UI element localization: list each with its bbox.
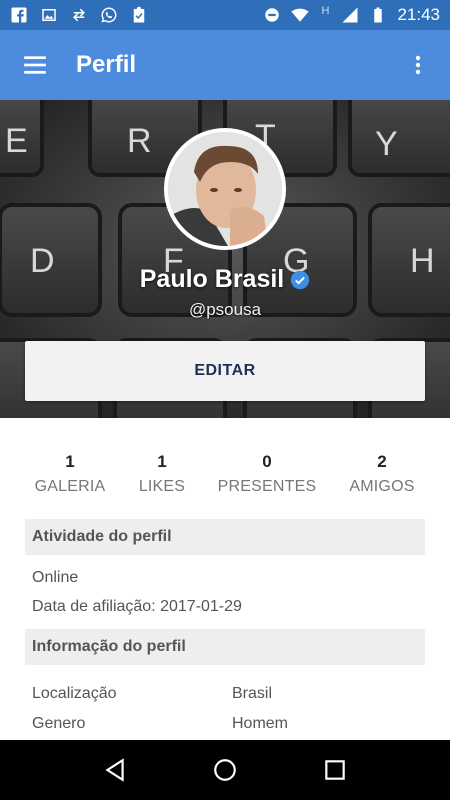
facebook-icon	[10, 6, 28, 24]
stat-label: LIKES	[138, 478, 186, 495]
h-network-icon: H	[319, 5, 331, 24]
hamburger-menu-icon[interactable]	[20, 50, 50, 80]
stat-label: AMIGOS	[349, 478, 415, 495]
system-nav-bar	[0, 740, 450, 800]
stat-value: 1	[157, 452, 167, 471]
info-label-location: Localização	[32, 685, 117, 702]
profile-name: Paulo Brasil	[139, 265, 285, 293]
profile-name-row: Paulo Brasil	[0, 265, 450, 294]
svg-text:Y: Y	[375, 125, 398, 163]
network-type-label: H	[321, 5, 330, 17]
do-not-disturb-icon	[263, 6, 281, 24]
svg-text:E: E	[5, 122, 28, 160]
profile-username: @psousa	[188, 300, 262, 319]
info-value-gender: Homem	[232, 715, 289, 732]
avatar[interactable]	[164, 128, 286, 250]
stat-value: 2	[377, 452, 387, 471]
svg-text:R: R	[127, 122, 152, 160]
activity-section-header: Atividade do perfil	[25, 519, 425, 555]
page-title: Perfil	[76, 51, 137, 78]
wifi-icon	[291, 6, 310, 24]
recent-apps-icon[interactable]	[315, 750, 355, 790]
system-icons: H 21:43	[263, 5, 440, 25]
image-icon	[40, 6, 58, 24]
whatsapp-icon	[100, 6, 118, 24]
cellular-signal-icon	[341, 6, 359, 24]
info-section-header: Informação do perfil	[25, 629, 425, 665]
home-icon[interactable]	[205, 750, 245, 790]
stat-value: 0	[262, 452, 272, 471]
stat-value: 1	[65, 452, 75, 471]
stat-likes[interactable]: 1 LIKES	[127, 452, 197, 496]
stat-label: GALERIA	[34, 478, 106, 495]
stat-gallery[interactable]: 1 GALERIA	[30, 452, 110, 496]
info-label-gender: Genero	[32, 715, 86, 732]
battery-icon	[369, 6, 387, 24]
clock: 21:43	[397, 5, 440, 24]
sync-icon	[70, 6, 88, 24]
verified-badge-icon	[291, 270, 310, 289]
stat-gifts[interactable]: 0 PRESENTES	[214, 452, 320, 496]
edit-profile-button[interactable]: EDITAR	[25, 341, 425, 401]
info-value-location: Brasil	[232, 685, 273, 702]
more-options-icon[interactable]	[406, 50, 430, 80]
join-date: Data de afiliação: 2017-01-29	[32, 598, 242, 615]
stat-label: PRESENTES	[217, 478, 317, 495]
profile-cover: E R T Y D F G H Paulo Brasil @psousa EDI…	[0, 100, 450, 418]
avatar-photo	[168, 132, 282, 246]
clipboard-check-icon	[130, 6, 148, 24]
status-bar: H 21:43	[0, 0, 450, 30]
app-bar: Perfil	[0, 30, 450, 100]
back-icon[interactable]	[95, 750, 135, 790]
notification-icons	[10, 6, 148, 24]
stat-friends[interactable]: 2 AMIGOS	[342, 452, 422, 496]
online-status: Online	[32, 569, 79, 586]
